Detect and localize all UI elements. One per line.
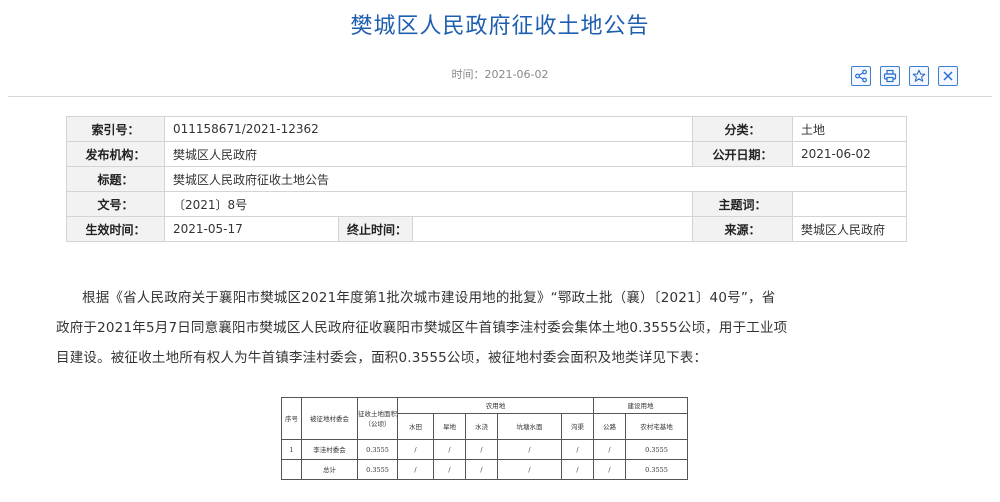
info-row-publisher: 发布机构： 樊城区人民政府 公开日期： 2021-06-02: [66, 141, 908, 167]
row-cell: 0.3555: [625, 459, 689, 480]
row-cell: /: [593, 439, 627, 460]
pond-header: 坑塘水面: [497, 413, 562, 440]
docno-label: 文号：: [66, 191, 165, 217]
page-title: 樊城区人民政府征收土地公告: [350, 14, 650, 39]
document-info-table: 索引号： 011158671/2021-12362 分类： 土地 发布机构： 樊…: [66, 116, 908, 242]
info-row-index: 索引号： 011158671/2021-12362 分类： 土地: [66, 116, 908, 142]
row-cell: /: [497, 459, 562, 480]
village-header: 被征地村委会: [301, 397, 358, 440]
row-cell: /: [593, 459, 627, 480]
row-seq: [281, 459, 302, 480]
table-row: 1 李洼村委会 0.3555 / / / / / / 0.3555: [281, 439, 689, 460]
road-header: 公路: [593, 413, 627, 440]
source-value: 樊城区人民政府: [792, 216, 908, 242]
seq-header: 序号: [281, 397, 302, 440]
row-cell: /: [433, 439, 466, 460]
subject-label: 主题词：: [692, 191, 794, 217]
paddy-header: 水田: [397, 413, 434, 440]
row-cell: /: [560, 459, 595, 480]
header-divider: [8, 96, 992, 97]
row-cell: /: [465, 459, 498, 480]
row-cell: /: [397, 439, 434, 460]
category-value: 土地: [792, 116, 908, 142]
print-icon: [883, 69, 897, 83]
pubdate-label: 公开日期：: [692, 141, 794, 167]
close-icon: [943, 71, 953, 81]
land-acquisition-table: 序号 被征地村委会 征收土地面积（公顷） 农用地 建设用地 水田 旱地 水浇 坑…: [281, 397, 689, 480]
info-row-docno: 文号： 〔2021〕8号 主题词：: [66, 191, 908, 217]
close-button[interactable]: [938, 66, 958, 86]
dryland-header: 旱地: [433, 413, 466, 440]
homestead-header: 农村宅基地: [625, 413, 689, 440]
info-row-title: 标题： 樊城区人民政府征收土地公告: [66, 166, 908, 192]
ditch-header: 沟渠: [560, 413, 595, 440]
row-area: 0.3555: [357, 439, 398, 460]
body-paragraph-line-1: 根据《省人民政府关于襄阳市樊城区2021年度第1批次城市建设用地的批复》“鄂政土…: [82, 290, 776, 306]
publisher-value: 樊城区人民政府: [163, 141, 694, 167]
publisher-label: 发布机构：: [66, 141, 165, 167]
area-header: 征收土地面积（公顷）: [357, 397, 398, 440]
row-cell: /: [433, 459, 466, 480]
land-header-row-1: 序号 被征地村委会 征收土地面积（公顷） 农用地 建设用地: [281, 397, 689, 440]
body-paragraph-line-3: 目建设。被征收土地所有权人为牛首镇李洼村委会，面积0.3555公顷，被征地村委会…: [56, 350, 708, 366]
info-row-effective: 生效时间： 2021-05-17 终止时间： 来源： 樊城区人民政府: [66, 216, 908, 242]
row-village: 李洼村委会: [301, 439, 358, 460]
table-row: 总计 0.3555 / / / / / / 0.3555: [281, 459, 689, 480]
publish-date-line: 时间：2021-06-02: [0, 66, 1000, 82]
row-cell: /: [397, 459, 434, 480]
row-area: 0.3555: [357, 459, 398, 480]
construction-land-header: 建设用地: [593, 397, 689, 414]
share-button[interactable]: [851, 66, 871, 86]
row-cell: /: [465, 439, 498, 460]
title-label: 标题：: [66, 166, 165, 192]
date-prefix: 时间：: [451, 68, 485, 81]
agri-land-header: 农用地: [396, 397, 595, 414]
row-village: 总计: [301, 459, 358, 480]
star-icon: [912, 69, 926, 82]
title-value: 樊城区人民政府征收土地公告: [163, 166, 908, 192]
row-seq: 1: [281, 439, 302, 460]
row-cell: /: [560, 439, 595, 460]
irrigated-header: 水浇: [465, 413, 498, 440]
effective-value: 2021-05-17: [164, 216, 339, 242]
subject-value: [792, 191, 908, 217]
body-paragraph-line-2: 政府于2021年5月7日同意襄阳市樊城区人民政府征收襄阳市樊城区牛首镇李洼村委会…: [56, 320, 788, 336]
row-cell: 0.3555: [625, 439, 689, 460]
favorite-button[interactable]: [909, 66, 929, 86]
end-value: [411, 216, 694, 242]
row-cell: /: [497, 439, 562, 460]
publish-date: 2021-06-02: [484, 68, 549, 81]
source-label: 来源：: [692, 216, 794, 242]
index-value: 011158671/2021-12362: [163, 116, 694, 142]
pubdate-value: 2021-06-02: [792, 141, 908, 167]
share-icon: [855, 69, 867, 83]
end-label: 终止时间：: [338, 216, 413, 242]
print-button[interactable]: [880, 66, 900, 86]
category-label: 分类：: [692, 116, 794, 142]
docno-value: 〔2021〕8号: [163, 191, 694, 217]
effective-label: 生效时间：: [66, 216, 165, 242]
index-label: 索引号：: [66, 116, 165, 142]
